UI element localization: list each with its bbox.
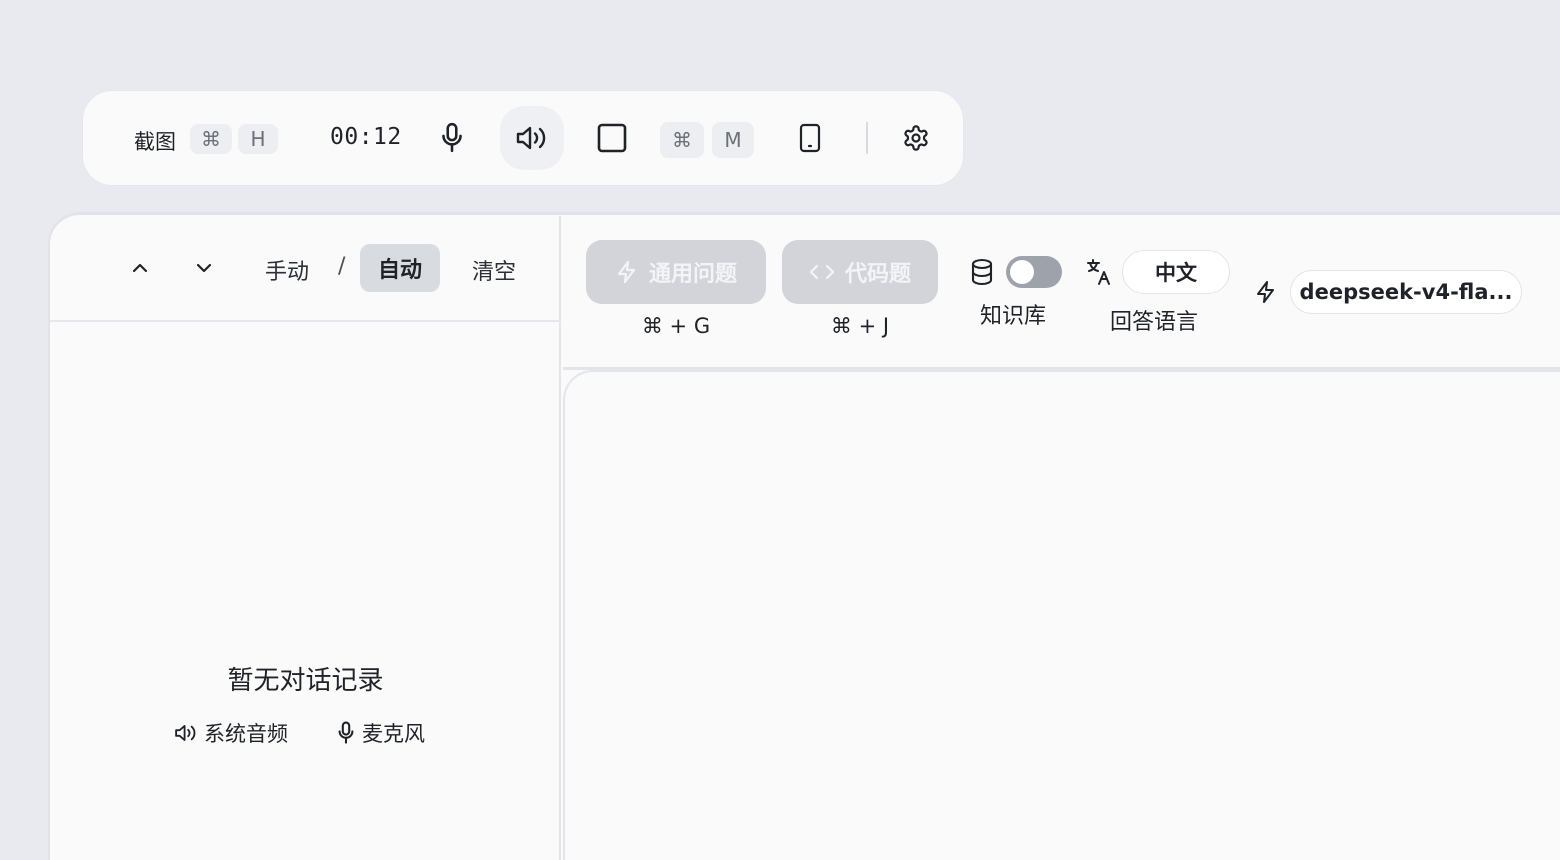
answer-content-area — [563, 370, 1560, 860]
conversation-header-divider — [50, 320, 561, 322]
mobile-view-button[interactable] — [794, 118, 826, 158]
lightning-icon — [617, 260, 636, 284]
code-icon — [809, 264, 835, 280]
answer-language-select[interactable]: 中文 — [1122, 250, 1230, 294]
mode-separator: / — [338, 254, 346, 279]
microphone-source: 麦克风 — [336, 718, 425, 748]
conversation-panel — [50, 216, 561, 860]
chevron-down-icon — [196, 263, 212, 273]
scroll-down-button[interactable] — [190, 254, 218, 282]
general-question-label: 通用问题 — [648, 262, 737, 287]
system-audio-source: 系统音频 — [174, 718, 288, 748]
screenshot-shortcut-key: H — [238, 124, 278, 154]
empty-conversation-title: 暂无对话记录 — [227, 666, 384, 696]
translate-icon-wrap — [1086, 258, 1112, 290]
mode-manual-button[interactable]: 手动 — [265, 254, 309, 286]
scroll-up-button[interactable] — [126, 254, 154, 282]
code-question-button[interactable]: 代码题 — [782, 240, 938, 304]
database-icon — [971, 258, 993, 286]
screenshot-shortcut-modifier: ⌘ — [190, 124, 232, 154]
model-select[interactable]: deepseek-v4-fla... — [1290, 270, 1522, 314]
system-audio-label: 系统音频 — [204, 722, 288, 746]
square-icon — [597, 123, 627, 153]
general-question-shortcut: ⌘ + G — [641, 314, 711, 338]
toggle-knob — [1010, 260, 1034, 284]
toolbar-divider — [866, 122, 868, 154]
mode-auto-button[interactable]: 自动 — [360, 244, 440, 292]
speaker-icon — [516, 126, 546, 150]
general-question-button[interactable]: 通用问题 — [586, 240, 766, 304]
database-icon-wrap — [970, 258, 994, 290]
phone-icon — [799, 123, 821, 153]
speaker-icon — [175, 725, 196, 741]
model-icon-wrap — [1254, 278, 1278, 310]
recording-timer: 00:12 — [330, 124, 402, 150]
knowledge-base-toggle[interactable] — [1006, 256, 1062, 288]
chevron-up-icon — [132, 263, 148, 273]
answer-language-label: 回答语言 — [1110, 310, 1199, 335]
clear-button[interactable]: 清空 — [472, 254, 516, 286]
window-mode-button[interactable] — [592, 118, 632, 158]
microphone-label: 麦克风 — [362, 722, 425, 746]
microphone-button[interactable] — [432, 116, 472, 160]
system-audio-button[interactable] — [500, 106, 564, 170]
gear-icon — [904, 125, 928, 151]
settings-button[interactable] — [898, 120, 934, 156]
microphone-icon — [338, 721, 354, 744]
code-question-label: 代码题 — [844, 262, 911, 287]
knowledge-base-label: 知识库 — [980, 304, 1047, 329]
code-question-shortcut: ⌘ + J — [830, 314, 890, 338]
mode-shortcut-modifier: ⌘ — [660, 122, 704, 158]
screenshot-label[interactable]: 截图 — [134, 126, 176, 156]
mode-shortcut-key: M — [712, 122, 754, 158]
microphone-icon — [442, 122, 462, 153]
lightning-icon — [1257, 281, 1274, 303]
translate-icon — [1087, 259, 1110, 285]
